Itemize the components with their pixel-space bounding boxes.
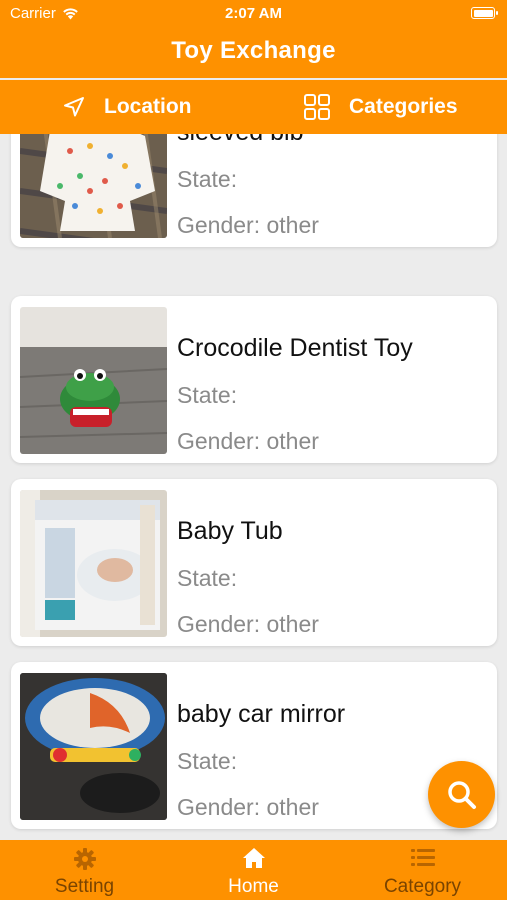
- item-state: State:: [177, 166, 238, 192]
- categories-filter-label: Categories: [349, 95, 458, 118]
- tab-home-label: Home: [228, 876, 279, 897]
- clock: 2:07 AM: [225, 5, 282, 22]
- list-item[interactable]: sleeved bib State: Gender: other: [11, 134, 497, 247]
- location-filter-label: Location: [104, 95, 192, 118]
- item-photo: [20, 490, 167, 637]
- item-photo: [20, 673, 167, 820]
- item-gender: Gender: other: [177, 611, 319, 637]
- item-state: State:: [177, 382, 238, 408]
- list-item[interactable]: baby car mirror State: Gender: other: [11, 662, 497, 829]
- tab-setting-label: Setting: [54, 876, 115, 897]
- search-fab-button[interactable]: [428, 761, 495, 828]
- status-bar: Carrier 2:07 AM: [0, 0, 507, 28]
- list-item[interactable]: Baby Tub State: Gender: other: [11, 479, 497, 646]
- list-item[interactable]: Crocodile Dentist Toy State: Gender: oth…: [11, 296, 497, 463]
- item-list[interactable]: sleeved bib State: Gender: other Crocodi…: [0, 134, 507, 840]
- item-title: Baby Tub: [177, 517, 283, 545]
- item-state: State:: [177, 748, 238, 774]
- location-filter-button[interactable]: Location: [62, 80, 192, 134]
- item-gender: Gender: other: [177, 212, 319, 238]
- tab-setting[interactable]: Setting: [0, 840, 169, 900]
- item-title: sleeved bib: [177, 134, 303, 147]
- location-arrow-icon: [64, 97, 84, 117]
- battery-icon: [471, 7, 498, 19]
- tab-category-label: Category: [383, 876, 462, 897]
- categories-filter-button[interactable]: Categories: [303, 80, 458, 134]
- grid-icon: [304, 94, 330, 120]
- item-photo: [20, 134, 167, 238]
- item-gender: Gender: other: [177, 428, 319, 454]
- item-title: Crocodile Dentist Toy: [177, 334, 413, 362]
- item-state: State:: [177, 565, 238, 591]
- tab-bar: Setting Home Category: [0, 840, 507, 900]
- gear-icon: [73, 848, 96, 870]
- item-photo: [20, 307, 167, 454]
- item-gender: Gender: other: [177, 794, 319, 820]
- tab-home[interactable]: Home: [169, 840, 338, 900]
- list-icon: [410, 849, 435, 866]
- home-icon: [242, 848, 265, 868]
- filter-bar: Location Categories: [0, 80, 507, 134]
- tab-category[interactable]: Category: [338, 840, 507, 900]
- item-title: baby car mirror: [177, 700, 346, 728]
- nav-bar: Toy Exchange: [0, 28, 507, 78]
- search-icon: [447, 780, 476, 809]
- page-title: Toy Exchange: [171, 37, 336, 64]
